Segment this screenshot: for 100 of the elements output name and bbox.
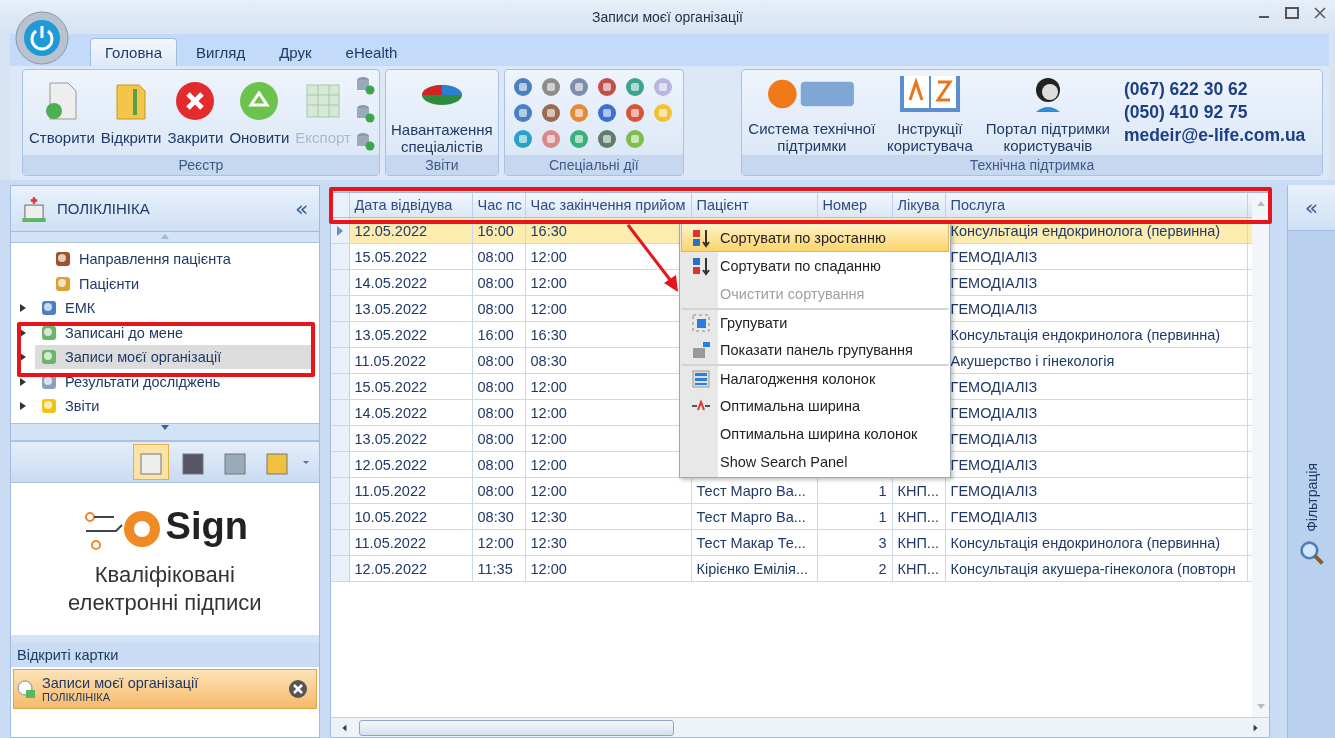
ribbon-tab[interactable]: Друк [264,38,327,66]
table-cell: КНП... [892,556,946,581]
table-cell: 3 [817,530,893,555]
row-indicator [330,504,350,529]
brand-name: Sign [165,504,248,548]
filter-label[interactable]: Фільтрація [1303,463,1320,532]
scrollbar-thumb[interactable] [358,719,674,736]
table-cell: 08:00 [472,348,526,373]
table-cell: 08:00 [472,478,526,503]
table-cell: 12:00 [472,530,526,555]
table-cell: 10.05.2022 [349,504,473,529]
table-cell: КНП... [892,504,946,529]
database-icon[interactable] [354,74,375,95]
table-cell: 12.05.2022 [349,556,473,581]
table-cell: КНП... [892,530,946,555]
table-cell: 12:30 [525,504,692,529]
close-icon[interactable] [287,679,308,699]
table-cell: 13.05.2022 [349,426,473,451]
table-cell: 08:00 [472,244,526,269]
banner-text: Кваліфіковані електронні підписи [67,561,263,617]
group-icon [691,312,711,333]
expand-button[interactable]: « [1304,195,1319,220]
tree-item[interactable]: Направлення пацієнта [49,247,313,272]
table-row[interactable]: 10.05.2022 08:30 12:30 Тест Марго Ва... 1 КНП... ГЕМОДІАЛІЗ [330,504,1253,530]
menu-item[interactable]: Групувати [681,308,949,336]
table-cell: 2 [817,556,893,581]
search-icon[interactable] [1298,539,1325,566]
sidebar-title: ПОЛІКЛІНІКА [57,200,151,217]
table-row[interactable]: 11.05.2022 08:00 12:00 Тест Марго Ва... 1 КНП... ГЕМОДІАЛІЗ [330,478,1253,504]
tree-item[interactable]: Записи моєї організації [35,345,313,370]
group-title: Реєстр [23,155,379,175]
contact-text: (067) 622 30 62 [1123,79,1249,100]
ribbon-tab[interactable]: eHealth [330,38,413,66]
row-indicator [330,530,350,555]
tree-item[interactable]: Пацієнти [49,271,313,296]
ribbon-button[interactable]: Створити [27,79,97,146]
open-cards-title: Відкриті картки [11,635,319,667]
ribbon-button[interactable]: Інструкції користувача [881,71,978,154]
table-row[interactable]: 11.05.2022 12:00 12:30 Тест Макар Те... 3 КНП... Консультація ендокринолога (первинна) [330,530,1253,556]
collapse-button[interactable]: « [295,196,309,221]
column-header[interactable]: Час пс [472,193,526,217]
close-button[interactable] [1313,6,1327,20]
table-cell: 13.05.2022 [349,296,473,321]
column-header[interactable]: Номер [817,193,893,217]
table-row[interactable]: 12.05.2022 11:35 12:00 Кірієнко Емілія... 2 КНП... Консультація акушера-гінеколога (повторн [330,556,1253,582]
table-cell: 08:00 [472,426,526,451]
open-card[interactable]: Записи моєї організації ПОЛІКЛІНІКА [13,669,317,709]
ribbon-button[interactable]: Портал підтримки користувачів [981,71,1114,154]
menu-item[interactable]: Налагодження колонок [681,364,949,392]
tree-item[interactable]: ЕМК [35,296,313,321]
table-cell: 1 [817,504,893,529]
table-cell: 08:00 [472,296,526,321]
menu-item[interactable]: Сортувати по зростанню [681,224,949,252]
contact-text: medeir@e-life.com.ua [1123,125,1306,146]
table-cell: 12:30 [525,530,692,555]
column-header[interactable]: Дата відвідува [349,193,473,217]
table-cell: 08:00 [472,452,526,477]
column-header[interactable]: Пацієнт [691,193,818,217]
table-cell: 08:00 [472,374,526,399]
ribbon-button[interactable]: Відкрити [98,79,164,146]
annotation-arrow [626,223,679,293]
ribbon-button[interactable]: Закрити [165,79,226,146]
table-cell: 13.05.2022 [349,322,473,347]
ribbon-tab[interactable]: Вигляд [181,38,261,66]
table-cell: Консультація ендокринолога (первинна) [945,530,1248,555]
row-indicator [330,556,350,581]
table-cell: 15.05.2022 [349,244,473,269]
ribbon-button[interactable]: Оновити [227,79,292,146]
ribbon-button[interactable]: Навантаження спеціалістів [389,70,494,155]
ribbon-button[interactable]: Система технічної підтримки [745,71,878,154]
tree-item[interactable]: Результати досліджень [35,369,313,394]
group-title: Технічна підтримка [741,155,1322,175]
table-cell: 16:00 [472,218,526,243]
table-cell: ГЕМОДІАЛІЗ [945,504,1248,529]
group-title: Звіти [385,155,498,175]
tree-item[interactable]: Записані до мене [35,320,313,345]
table-cell: 11.05.2022 [349,478,473,503]
column-header[interactable]: Час закінчення прийом [525,193,692,217]
columns-icon [691,368,711,389]
database-icon[interactable] [354,130,375,151]
table-cell: Кірієнко Емілія... [691,556,818,581]
column-header[interactable]: Послуга [945,193,1248,217]
card-title: Записи моєї організації [42,675,200,691]
database-icon[interactable] [354,102,375,123]
scroll-down-icon[interactable] [159,424,170,432]
group-panel-icon [691,339,711,360]
table-cell: 14.05.2022 [349,270,473,295]
table-cell: 15.05.2022 [349,374,473,399]
ribbon-tab[interactable]: Головна [90,38,177,66]
card-subtitle: ПОЛІКЛІНІКА [42,691,112,703]
table-cell: 08:00 [472,400,526,425]
table-cell: Тест Макар Те... [691,530,818,555]
row-pointer-icon [336,225,343,236]
table-cell: Консультація акушера-гінеколога (повторн [945,556,1248,581]
table-cell: 11.05.2022 [349,348,473,373]
tree-item[interactable]: Звіти [35,394,313,419]
column-header[interactable]: Лікува [892,193,946,217]
contact-text: (050) 410 92 75 [1123,102,1249,123]
maximize-button[interactable] [1285,6,1299,20]
table-cell: 12:00 [525,556,692,581]
